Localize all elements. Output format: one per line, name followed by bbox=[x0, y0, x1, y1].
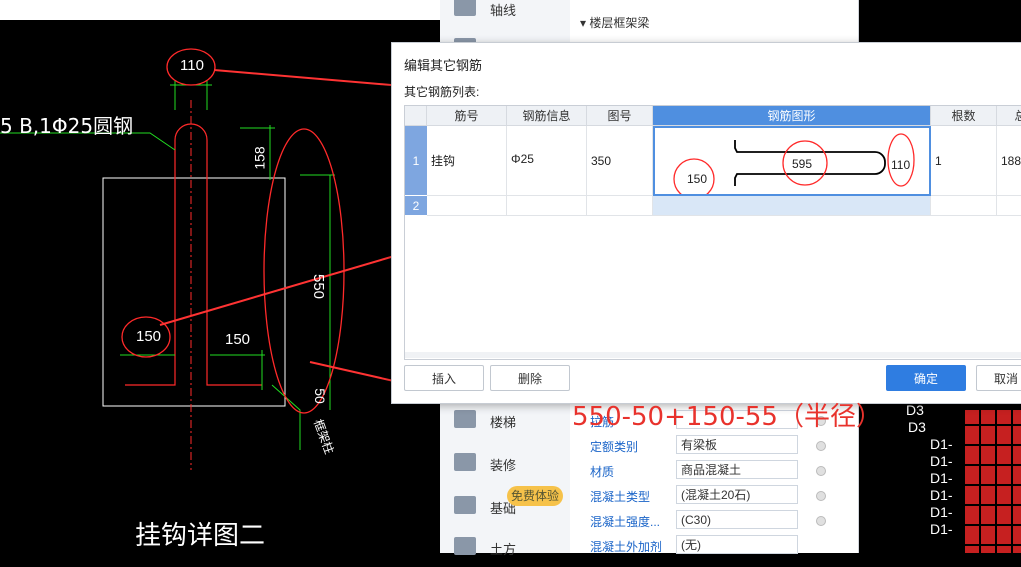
col-header[interactable]: 筋号 bbox=[427, 106, 507, 126]
horizontal-scrollbar[interactable] bbox=[405, 352, 1021, 358]
cancel-button[interactable]: 取消 bbox=[976, 365, 1021, 391]
ok-button[interactable]: 确定 bbox=[886, 365, 966, 391]
list-label: 其它钢筋列表: bbox=[404, 85, 480, 99]
tree-node-frame-beam[interactable]: ▾ 楼层框架梁 bbox=[580, 14, 649, 31]
cell-total[interactable] bbox=[997, 196, 1021, 216]
grid-icon bbox=[454, 0, 476, 16]
prop-row[interactable]: 混凝土类型 (混凝土20石) bbox=[570, 483, 858, 508]
detail-title: 挂钩详图二 bbox=[135, 521, 266, 551]
cell-info[interactable]: Φ25 bbox=[507, 126, 587, 196]
stairs-icon bbox=[454, 410, 476, 428]
prop-row[interactable]: 混凝土强度... (C30) bbox=[570, 508, 858, 533]
foundation-icon bbox=[454, 496, 476, 514]
col-header[interactable]: 钢筋信息 bbox=[507, 106, 587, 126]
cell-count[interactable] bbox=[931, 196, 997, 216]
decoration-icon bbox=[454, 453, 476, 471]
rebar-label: 5 B,1Φ25圆钢 bbox=[0, 114, 134, 138]
col-header[interactable]: 根数 bbox=[931, 106, 997, 126]
sidebar-item-decoration[interactable]: 装修 bbox=[440, 443, 570, 483]
grid-labels: D3 D3 D1- D1- D1- D1- D1- D1- bbox=[906, 402, 953, 537]
dim-50: 50 bbox=[311, 388, 328, 404]
sidebar-item-stairs[interactable]: 楼梯 bbox=[440, 400, 570, 440]
cad-top-strip bbox=[0, 0, 440, 20]
prop-row[interactable]: 材质 商品混凝土 bbox=[570, 458, 858, 483]
edit-other-rebar-dialog: 编辑其它钢筋 其它钢筋列表: 筋号 钢筋信息 图号 钢筋图形 根数 总 1 挂钩… bbox=[391, 42, 1021, 404]
delete-button[interactable]: 删除 bbox=[490, 365, 570, 391]
cell-info[interactable] bbox=[507, 196, 587, 216]
dim-158: 158 bbox=[251, 146, 268, 170]
header-corner bbox=[405, 106, 427, 126]
cell-total[interactable]: 188 bbox=[997, 126, 1021, 196]
dialog-title: 编辑其它钢筋 bbox=[404, 58, 483, 73]
dim-top: 110 bbox=[180, 57, 204, 74]
prop-row[interactable]: 混凝土外加剂 (无) bbox=[570, 533, 858, 558]
sidebar-item-axis[interactable]: 轴线 bbox=[440, 0, 570, 28]
shape-dim-mid: 595 bbox=[792, 157, 813, 171]
shape-dim-right: 110 bbox=[891, 158, 911, 172]
dim-left-150: 150 bbox=[136, 328, 162, 345]
radio-icon[interactable] bbox=[816, 491, 826, 501]
shape-dim-left: 150 bbox=[687, 172, 708, 186]
insert-button[interactable]: 插入 bbox=[404, 365, 484, 391]
cell-fig[interactable] bbox=[587, 196, 653, 216]
col-header[interactable]: 总 bbox=[997, 106, 1021, 126]
rebar-table: 筋号 钢筋信息 图号 钢筋图形 根数 总 1 挂钩 Φ25 350 150 59… bbox=[404, 105, 1021, 360]
cell-name[interactable]: 挂钩 bbox=[427, 126, 507, 196]
prop-row[interactable]: 定额类别 有梁板 bbox=[570, 433, 858, 458]
cell-count[interactable]: 1 bbox=[931, 126, 997, 196]
cell-name[interactable] bbox=[427, 196, 507, 216]
row-number[interactable]: 2 bbox=[405, 196, 427, 216]
earthwork-icon bbox=[454, 537, 476, 555]
sidebar-item-earthwork[interactable]: 土方 bbox=[440, 527, 570, 567]
dim-550: 550 bbox=[310, 273, 328, 300]
free-trial-badge[interactable]: 免费体验 bbox=[507, 486, 563, 506]
formula-annotation: 550-50+150-55（半径） bbox=[572, 402, 882, 432]
cell-shape[interactable] bbox=[653, 196, 931, 216]
radio-icon[interactable] bbox=[816, 466, 826, 476]
radio-icon[interactable] bbox=[816, 441, 826, 451]
row-number[interactable]: 1 bbox=[405, 126, 427, 196]
cell-fig[interactable]: 350 bbox=[587, 126, 653, 196]
cell-shape[interactable]: 150 595 110 bbox=[653, 126, 931, 196]
dim-right-150: 150 bbox=[225, 331, 251, 348]
col-header[interactable]: 钢筋图形 bbox=[653, 106, 931, 126]
col-header[interactable]: 图号 bbox=[587, 106, 653, 126]
radio-icon[interactable] bbox=[816, 516, 826, 526]
